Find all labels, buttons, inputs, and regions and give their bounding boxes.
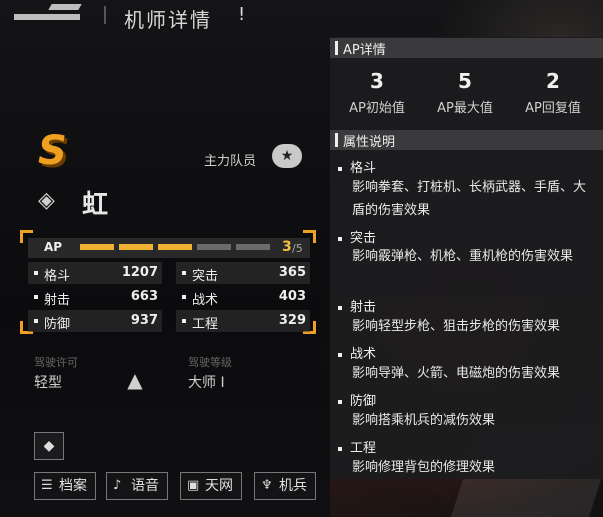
stat-label: 射击 [44, 293, 71, 308]
mech-icon: ♆ [261, 478, 273, 493]
stat-defense: 防御 937 [28, 310, 162, 332]
detail-tooltip-panel: AP详情 3 AP初始值 5 AP最大值 2 AP回复值 属性说明 格斗 影响拳… [330, 37, 603, 479]
voice-button[interactable]: ♪ 语音 [106, 472, 168, 500]
stat-label: 战术 [192, 293, 219, 308]
attributes-title: 属性说明 [343, 135, 396, 150]
stat-tactics: 战术 403 [176, 286, 310, 308]
ap-max: /5 [292, 242, 303, 255]
pilot-name: 虹 [82, 190, 109, 220]
ap-regen-value: 2 [546, 69, 560, 93]
ap-initial: 3 AP初始值 [332, 69, 422, 116]
bullet-icon [182, 295, 186, 299]
archive-label: 档案 [59, 478, 87, 494]
ap-regen-caption: AP回复值 [525, 101, 581, 116]
ap-segment [119, 244, 153, 250]
stats-panel: AP 3 /5 格斗 1207 突击 365 射击 663 战术 403 防御 … [20, 230, 316, 334]
back-button[interactable] [14, 4, 84, 24]
attr-tactics-desc: 影响导弹、火箭、电磁炮的伤害效果 [352, 366, 561, 381]
star-badge-icon[interactable]: ★ [272, 144, 302, 168]
license-label: 驾驶许可 [34, 356, 78, 369]
stat-value: 403 [278, 289, 306, 304]
stat-value: 329 [278, 313, 306, 328]
ap-maximum-value: 5 [458, 69, 472, 93]
page-title: 机师详情 [124, 8, 212, 32]
layers-button[interactable]: ◆ [34, 432, 64, 460]
attr-assault-name: 突击 [338, 227, 376, 246]
bullet-icon [34, 271, 38, 275]
license-value: 轻型 [34, 375, 62, 391]
attr-melee-name: 格斗 [338, 157, 376, 176]
ap-segment [236, 244, 270, 250]
back-arrow-icon [14, 14, 80, 20]
mech-button[interactable]: ♆ 机兵 [254, 472, 316, 500]
header-mark: ! [238, 4, 246, 25]
voice-label: 语音 [131, 478, 159, 494]
stat-value: 937 [130, 313, 158, 328]
archive-icon: ☰ [41, 478, 53, 493]
attr-shooting-desc: 影响轻型步枪、狙击步枪的伤害效果 [352, 319, 561, 334]
ap-row[interactable]: AP 3 /5 [28, 238, 310, 258]
level-value: 大师 I [188, 375, 225, 391]
section-mark [335, 41, 338, 55]
attr-defense-desc: 影响搭乘机兵的减伤效果 [352, 413, 496, 428]
stat-melee: 格斗 1207 [28, 262, 162, 284]
ap-segment [158, 244, 192, 250]
ap-detail-header: AP详情 [330, 38, 603, 58]
ap-current: 3 [282, 239, 292, 255]
stat-label: 格斗 [44, 269, 71, 284]
rank-letter: S [38, 128, 67, 174]
bullet-icon [34, 319, 38, 323]
layers-icon: ◆ [43, 438, 55, 454]
attributes-header: 属性说明 [330, 130, 603, 150]
ap-maximum-caption: AP最大值 [437, 101, 493, 116]
stat-label: 工程 [192, 317, 219, 332]
license-class-icon: ▲ [127, 368, 143, 392]
stat-assault: 突击 365 [176, 262, 310, 284]
ap-detail-title: AP详情 [343, 43, 386, 58]
stat-label: 突击 [192, 269, 219, 284]
attr-defense-name: 防御 [338, 390, 376, 409]
level-label: 驾驶等级 [188, 356, 232, 369]
pilot-faction-icon: ◈ [38, 188, 55, 213]
stat-value: 663 [130, 289, 158, 304]
network-icon: ▣ [187, 478, 200, 493]
ap-initial-value: 3 [370, 69, 384, 93]
ap-initial-caption: AP初始值 [349, 101, 405, 116]
ap-segment [80, 244, 114, 250]
stat-value: 1207 [121, 265, 158, 280]
stat-shooting: 射击 663 [28, 286, 162, 308]
attr-engineering-name: 工程 [338, 437, 376, 456]
ap-segment [197, 244, 231, 250]
ap-regen: 2 AP回复值 [508, 69, 598, 116]
bullet-icon [34, 295, 38, 299]
ap-label: AP [44, 240, 63, 254]
attr-assault-desc: 影响霰弹枪、机枪、重机枪的伤害效果 [352, 249, 574, 264]
bullet-icon [182, 319, 186, 323]
section-mark [335, 133, 338, 147]
rank-badge: S [38, 130, 96, 172]
microphone-icon: ♪ [113, 478, 122, 493]
stat-value: 365 [278, 265, 306, 280]
sky-net-label: 天网 [205, 478, 233, 494]
attr-melee-desc: 影响拳套、打桩机、长柄武器、手盾、大盾的伤害效果 [352, 180, 587, 218]
mech-label: 机兵 [279, 478, 307, 494]
bullet-icon [182, 271, 186, 275]
header-divider [104, 6, 106, 24]
attr-engineering-desc: 影响修理背包的修理效果 [352, 460, 496, 475]
back-arrow-icon-tip [48, 4, 82, 10]
archive-button[interactable]: ☰ 档案 [34, 472, 96, 500]
attr-shooting-name: 射击 [338, 296, 376, 315]
header-bar: 机师详情 ! [0, 0, 330, 34]
squad-label: 主力队员 [204, 154, 257, 169]
attr-tactics-name: 战术 [338, 343, 376, 362]
stat-engineering: 工程 329 [176, 310, 310, 332]
ap-maximum: 5 AP最大值 [420, 69, 510, 116]
stat-label: 防御 [44, 317, 71, 332]
sky-net-button[interactable]: ▣ 天网 [180, 472, 242, 500]
